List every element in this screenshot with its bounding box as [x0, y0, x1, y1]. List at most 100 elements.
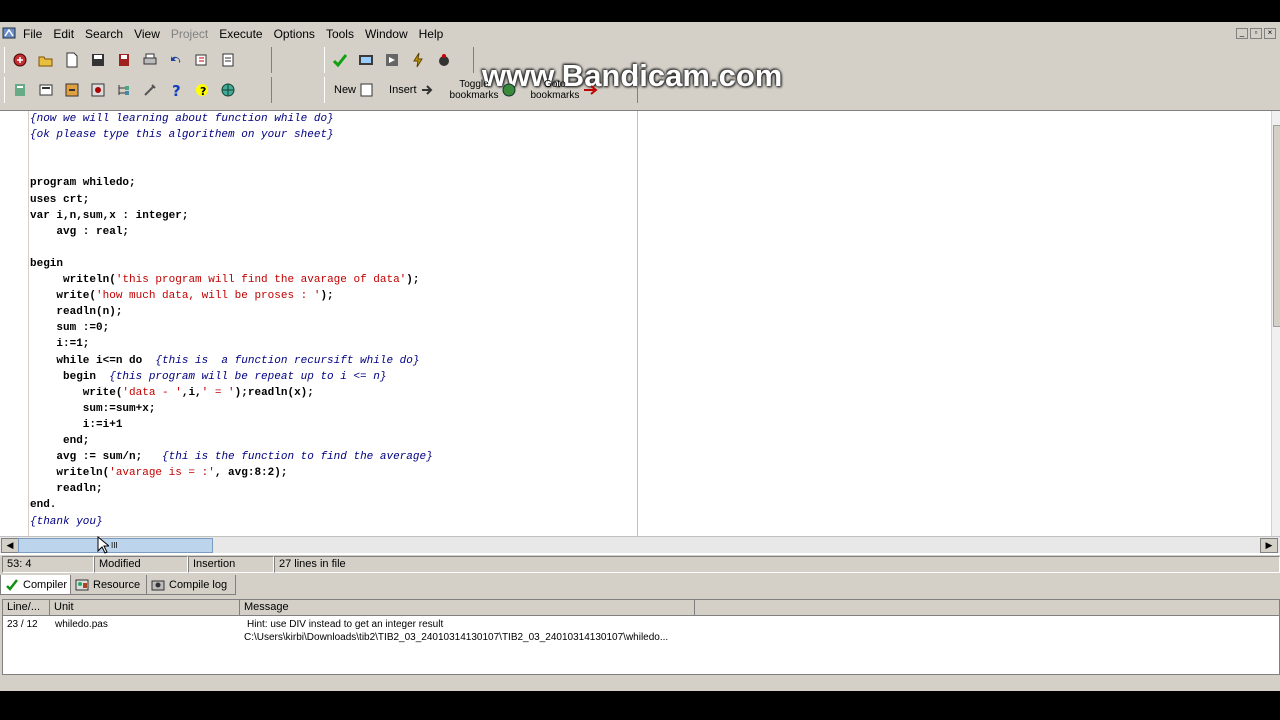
- compile-run-icon[interactable]: [381, 49, 403, 71]
- undo-icon[interactable]: [165, 49, 187, 71]
- check-icon: [6, 578, 18, 591]
- scroll-left-icon[interactable]: ◀: [1, 538, 19, 553]
- code-token: write(: [30, 386, 123, 399]
- code-line[interactable]: begin: [30, 256, 63, 272]
- scroll-right-icon[interactable]: ▶: [1260, 538, 1278, 553]
- find-icon[interactable]: [191, 49, 213, 71]
- replace-icon[interactable]: [217, 49, 239, 71]
- horizontal-scrollbar[interactable]: ◀ III ▶: [0, 536, 1280, 553]
- code-line[interactable]: readln;: [30, 481, 102, 497]
- code-line[interactable]: {now we will learning about function whi…: [30, 111, 334, 127]
- tab-compiler[interactable]: Compiler: [0, 575, 74, 595]
- code-token: write(: [30, 290, 97, 303]
- tools-icon[interactable]: [139, 79, 161, 101]
- code-token: readln(n);: [30, 306, 123, 319]
- compile-check-icon[interactable]: [329, 49, 351, 71]
- code-token: i:=i+1: [30, 418, 123, 431]
- editor-gutter[interactable]: [0, 111, 29, 537]
- save-icon[interactable]: [87, 49, 109, 71]
- code-line[interactable]: avg : real;: [30, 224, 129, 240]
- app-icon[interactable]: [2, 26, 16, 40]
- menu-item-help[interactable]: Help: [416, 22, 447, 44]
- message-text[interactable]: Hint: use DIV instead to get an integer …: [247, 618, 693, 631]
- save-all-icon[interactable]: [113, 49, 135, 71]
- menu-item-project[interactable]: Project: [168, 22, 211, 44]
- new-file-icon[interactable]: [61, 49, 83, 71]
- code-editor[interactable]: {now we will learning about function whi…: [30, 111, 636, 537]
- menu-item-window[interactable]: Window: [362, 22, 411, 44]
- editor-area[interactable]: {now we will learning about function whi…: [0, 110, 1280, 555]
- code-line[interactable]: i:=i+1: [30, 417, 123, 433]
- code-token: end.: [30, 499, 57, 512]
- column-header-line[interactable]: Line/...: [3, 600, 50, 616]
- remove-from-project-icon[interactable]: [61, 79, 83, 101]
- code-line[interactable]: sum :=0;: [30, 320, 109, 336]
- menu-item-options[interactable]: Options: [271, 22, 318, 44]
- code-line[interactable]: write('data - ',i,' = ');readln(x);: [30, 385, 314, 401]
- help-icon[interactable]: ?: [165, 79, 187, 101]
- bottom-tabs: Compiler Resource Compile log: [0, 575, 1280, 595]
- tab-resource[interactable]: Resource: [70, 575, 150, 595]
- toggle-bookmarks-button[interactable]: Toggle bookmarks: [445, 77, 522, 103]
- code-token: );readln(x);: [234, 386, 314, 399]
- code-line[interactable]: i:=1;: [30, 336, 89, 352]
- menu-item-file[interactable]: File: [20, 22, 45, 44]
- rebuild-icon[interactable]: [407, 49, 429, 71]
- tree-icon[interactable]: [113, 79, 135, 101]
- about-icon[interactable]: ?: [191, 79, 213, 101]
- vertical-scroll-thumb[interactable]: [1273, 125, 1280, 327]
- code-line[interactable]: writeln('this program will find the avar…: [30, 272, 419, 288]
- code-line[interactable]: end;: [30, 433, 89, 449]
- mouse-cursor-icon: [97, 536, 109, 554]
- code-line[interactable]: writeln('avarage is = :', avg:8:2);: [30, 465, 287, 481]
- code-token: i:=1;: [30, 338, 90, 351]
- code-line[interactable]: end.: [30, 497, 56, 513]
- code-token: begin: [30, 257, 64, 270]
- code-line[interactable]: while i<=n do {this is a function recurs…: [30, 353, 419, 369]
- menu-item-edit[interactable]: Edit: [50, 22, 77, 44]
- web-icon[interactable]: [217, 79, 239, 101]
- code-line[interactable]: uses crt;: [30, 192, 89, 208]
- close-button[interactable]: ×: [1264, 28, 1276, 39]
- code-line[interactable]: sum:=sum+x;: [30, 401, 156, 417]
- column-header-unit[interactable]: Unit: [50, 600, 240, 616]
- debug-icon[interactable]: [433, 49, 455, 71]
- toggle-bookmark-icon: [502, 83, 516, 97]
- tab-compile-log[interactable]: Compile log: [146, 575, 236, 595]
- code-line[interactable]: {ok please type this algorithem on your …: [30, 127, 334, 143]
- vertical-scrollbar[interactable]: [1271, 111, 1280, 537]
- run-icon[interactable]: [355, 49, 377, 71]
- open-icon[interactable]: [35, 49, 57, 71]
- code-token: uses crt;: [30, 193, 90, 206]
- minimize-button[interactable]: _: [1236, 28, 1248, 39]
- column-header-message[interactable]: Message: [240, 600, 695, 616]
- code-token: writeln(: [30, 274, 116, 286]
- restore-button[interactable]: ▫: [1250, 28, 1262, 39]
- code-line[interactable]: readln(n);: [30, 304, 122, 320]
- code-line[interactable]: avg := sum/n; {thi is the function to fi…: [30, 449, 432, 465]
- message-unit[interactable]: whiledo.pas: [55, 618, 235, 631]
- code-line[interactable]: write('how much data, will be proses : '…: [30, 288, 333, 304]
- project-options-icon[interactable]: [87, 79, 109, 101]
- code-line[interactable]: program whiledo;: [30, 175, 136, 191]
- menu-item-search[interactable]: Search: [82, 22, 126, 44]
- add-to-project-icon[interactable]: [35, 79, 57, 101]
- code-line[interactable]: begin {this program will be repeat up to…: [30, 369, 386, 385]
- menu-item-execute[interactable]: Execute: [216, 22, 265, 44]
- menu-item-tools[interactable]: Tools: [323, 22, 357, 44]
- horizontal-scroll-thumb[interactable]: III: [18, 538, 213, 553]
- code-line[interactable]: var i,n,sum,x : integer;: [30, 208, 188, 224]
- class-browser-icon[interactable]: [9, 79, 31, 101]
- code-token: avg := sum/n;: [30, 451, 163, 464]
- print-icon[interactable]: [139, 49, 161, 71]
- new-button[interactable]: New: [329, 77, 380, 103]
- menu-item-view[interactable]: View: [131, 22, 163, 44]
- message-line[interactable]: 23 / 12: [7, 618, 47, 631]
- code-comment: {now we will learning about function whi…: [30, 113, 334, 125]
- code-line[interactable]: {thank you}: [30, 514, 103, 530]
- message-detail[interactable]: C:\Users\kirbi\Downloads\tib2\TIB2_03_24…: [244, 631, 692, 644]
- project-icon[interactable]: [9, 49, 31, 71]
- compile-log-icon: [151, 580, 165, 590]
- insert-button[interactable]: Insert: [384, 77, 441, 103]
- goto-bookmarks-button[interactable]: Goto bookmarks: [525, 77, 604, 103]
